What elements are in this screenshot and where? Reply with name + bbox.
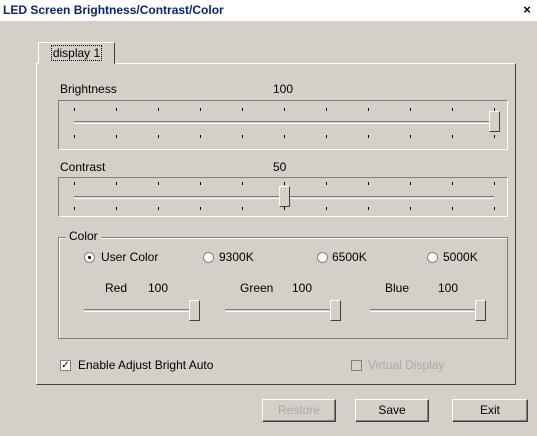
close-button[interactable]: × — [520, 3, 534, 17]
led-settings-dialog: LED Screen Brightness/Contrast/Color × d… — [0, 0, 537, 436]
window-title: LED Screen Brightness/Contrast/Color — [3, 3, 224, 17]
color-group-title: Color — [66, 229, 101, 243]
slider-tick — [410, 182, 411, 185]
slider-tick — [368, 135, 369, 138]
slider-tick — [158, 182, 159, 185]
blue-value: 100 — [438, 281, 459, 295]
slider-tick — [452, 135, 453, 138]
slider-tick — [200, 108, 201, 111]
red-label: Red — [105, 281, 128, 295]
5000k-label: 5000K — [443, 250, 478, 264]
slider-tick — [284, 207, 285, 210]
save-button[interactable]: Save — [355, 399, 429, 422]
slider-tick — [368, 182, 369, 185]
slider-tick — [284, 182, 285, 185]
slider-tick — [116, 135, 117, 138]
slider-tick — [158, 135, 159, 138]
green-slider[interactable] — [225, 298, 341, 322]
slider-tick — [242, 135, 243, 138]
restore-button[interactable]: Restore — [262, 399, 336, 422]
slider-tick — [368, 108, 369, 111]
slider-tick — [242, 108, 243, 111]
6500k-label: 6500K — [332, 250, 367, 264]
slider-tick — [200, 135, 201, 138]
red-slider[interactable] — [84, 298, 200, 322]
title-bar: LED Screen Brightness/Contrast/Color × — [0, 0, 537, 21]
slider-thumb[interactable] — [189, 300, 200, 321]
brightness-track — [74, 121, 494, 124]
slider-thumb[interactable] — [279, 186, 290, 207]
slider-tick — [452, 108, 453, 111]
red-value: 100 — [148, 281, 169, 295]
slider-tick — [116, 207, 117, 210]
slider-tick — [326, 182, 327, 185]
slider-tick — [242, 182, 243, 185]
slider-tick — [200, 182, 201, 185]
slider-tick — [74, 135, 75, 138]
9300k-label: 9300K — [219, 250, 254, 264]
5000k-radio[interactable] — [427, 252, 438, 263]
9300k-radio[interactable] — [203, 252, 214, 263]
slider-tick — [494, 135, 495, 138]
slider-tick — [452, 182, 453, 185]
slider-tick — [74, 182, 75, 185]
contrast-label: Contrast — [60, 160, 106, 174]
slider-tick — [410, 207, 411, 210]
slider-tick — [368, 207, 369, 210]
slider-tick — [74, 108, 75, 111]
slider-tick — [494, 207, 495, 210]
slider-thumb[interactable] — [475, 300, 486, 321]
slider-tick — [410, 135, 411, 138]
slider-thumb[interactable] — [489, 111, 500, 132]
slider-tick — [494, 182, 495, 185]
exit-button[interactable]: Exit — [452, 399, 528, 422]
slider-thumb[interactable] — [330, 300, 341, 321]
slider-tick — [74, 207, 75, 210]
red-track — [84, 309, 200, 312]
slider-tick — [284, 108, 285, 111]
user-color-label: User Color — [101, 250, 159, 264]
green-label: Green — [240, 281, 274, 295]
slider-tick — [452, 207, 453, 210]
blue-track — [370, 309, 486, 312]
virtual-display-label: Virtual Display — [368, 358, 445, 372]
slider-tick — [326, 108, 327, 111]
slider-tick — [116, 182, 117, 185]
6500k-radio[interactable] — [317, 252, 328, 263]
tab-label: display 1 — [50, 45, 103, 61]
contrast-value: 50 — [273, 160, 287, 174]
slider-tick — [158, 207, 159, 210]
brightness-value: 100 — [273, 82, 294, 96]
user-color-radio[interactable] — [84, 252, 95, 263]
enable-auto-bright-checkbox[interactable]: ✓ — [60, 360, 71, 371]
slider-tick — [200, 207, 201, 210]
slider-tick — [410, 108, 411, 111]
slider-tick — [326, 207, 327, 210]
green-value: 100 — [292, 281, 313, 295]
contrast-slider[interactable] — [74, 177, 495, 217]
slider-tick — [242, 207, 243, 210]
radio-dot — [88, 256, 91, 259]
slider-tick — [284, 135, 285, 138]
slider-tick — [326, 135, 327, 138]
brightness-label: Brightness — [60, 82, 117, 96]
brightness-slider[interactable] — [74, 100, 500, 150]
slider-tick — [158, 108, 159, 111]
green-track — [225, 309, 341, 312]
slider-tick — [116, 108, 117, 111]
blue-slider[interactable] — [370, 298, 486, 322]
tab-display-1[interactable]: display 1 — [38, 42, 115, 64]
enable-auto-bright-label: Enable Adjust Bright Auto — [78, 358, 214, 372]
blue-label: Blue — [385, 281, 410, 295]
virtual-display-checkbox[interactable] — [351, 360, 362, 371]
